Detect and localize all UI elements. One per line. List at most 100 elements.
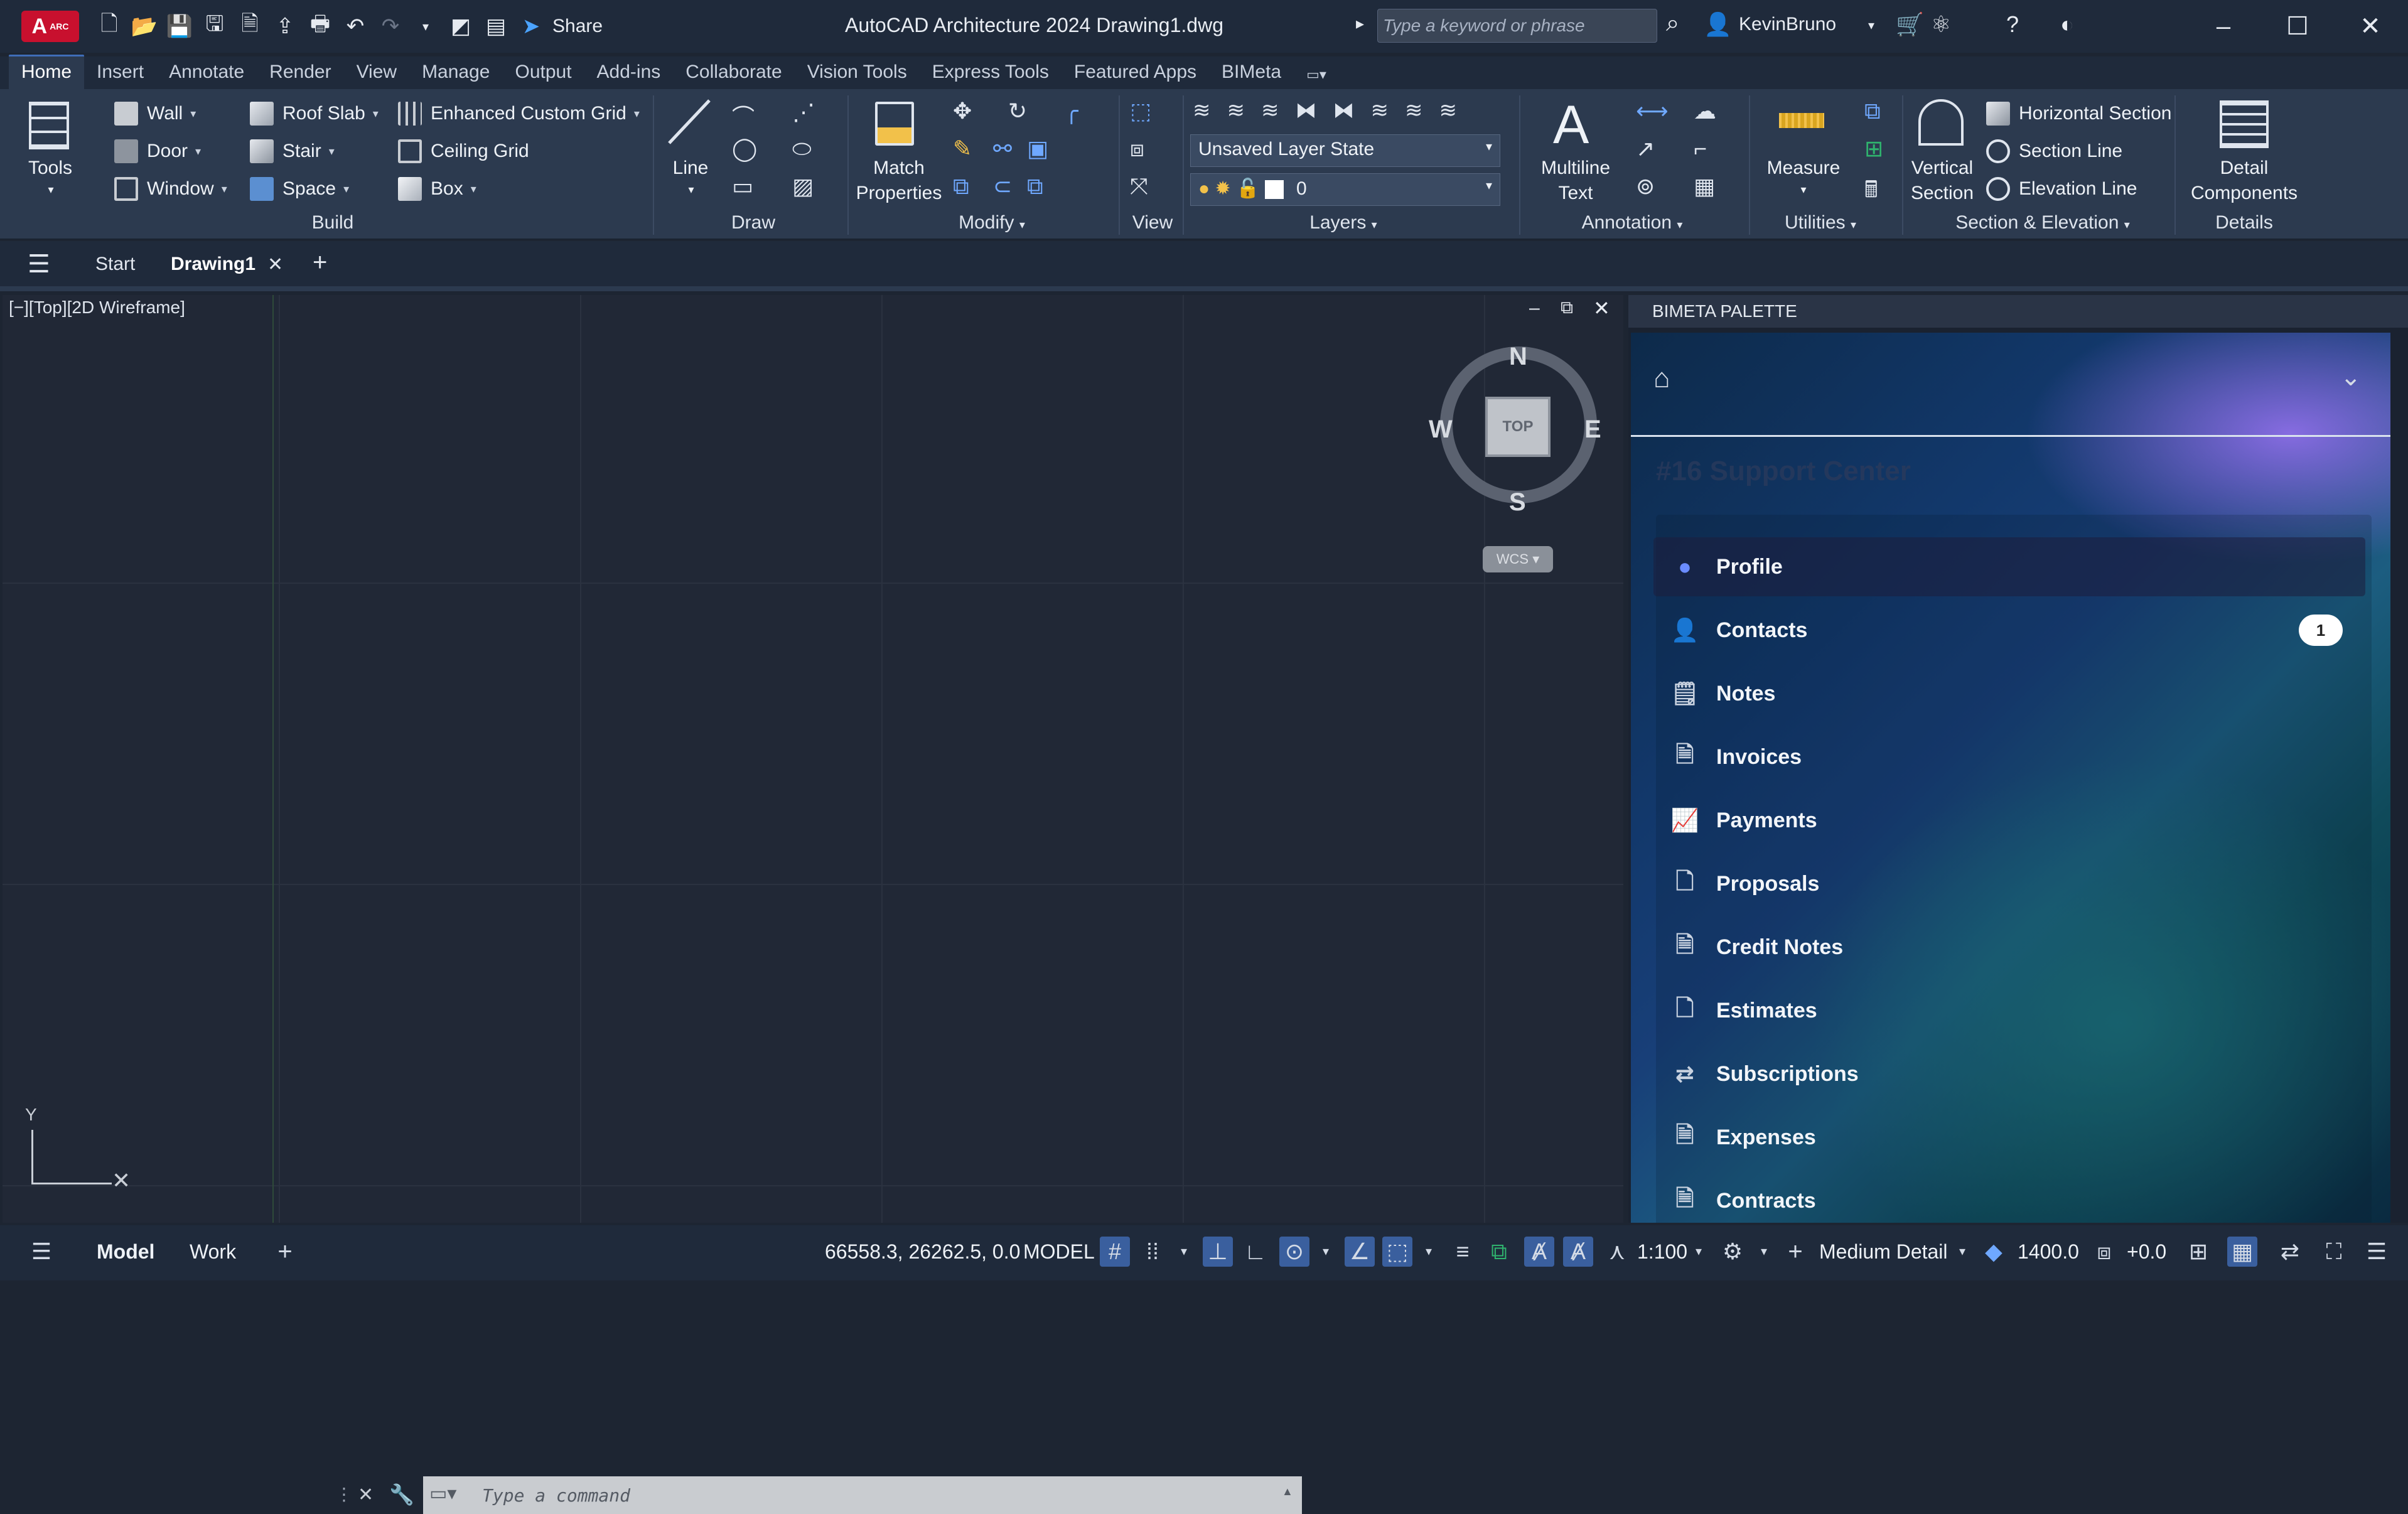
elevation-label-icon[interactable]: ⌐ [1694, 136, 1707, 162]
tools-icon[interactable] [29, 102, 69, 149]
viewport-minimize-icon[interactable]: – [1529, 298, 1540, 319]
detail-components-icon[interactable] [2220, 100, 2269, 148]
menu-item-notes[interactable]: 🗒 Notes [1653, 664, 2365, 723]
detail-components-line1[interactable]: Detail [2185, 156, 2304, 181]
menu-item-contacts[interactable]: 👤 Contacts 1 [1653, 601, 2365, 660]
wcs-menu[interactable]: WCS ▾ [1483, 546, 1553, 572]
tab-home[interactable]: Home [9, 55, 85, 89]
close-tab-icon[interactable]: ✕ [267, 254, 283, 276]
measure-icon[interactable] [1779, 113, 1824, 128]
annotation-panel-title[interactable]: Annotation ▾ [1563, 212, 1701, 234]
menu-item-proposals[interactable]: 🗋 Proposals [1653, 854, 2365, 913]
isolate-objects-icon[interactable]: ⊞ [2183, 1237, 2213, 1267]
menu-item-credit-notes[interactable]: 🗎 Credit Notes [1653, 918, 2365, 977]
table-icon[interactable]: ▦ [1694, 173, 1715, 200]
annotation-scale-icon[interactable]: ⋏ [1602, 1237, 1632, 1267]
array-icon[interactable]: ▣ [1027, 136, 1048, 162]
menu-item-contracts[interactable]: 🗎 Contracts [1653, 1171, 2365, 1223]
user-dropdown-icon[interactable]: ▾ [1868, 18, 1874, 33]
plot-icon[interactable]: 🖶 [306, 12, 334, 40]
detail-dropdown-icon[interactable]: ▾ [1947, 1237, 1977, 1267]
add-display-icon[interactable]: + [1780, 1237, 1810, 1267]
surface-hatch-icon[interactable]: ⧈ [2089, 1237, 2119, 1267]
maximize-icon[interactable]: ☐ [2279, 9, 2316, 44]
open-file-icon[interactable]: 📂 [131, 13, 158, 40]
viewport-controls[interactable]: [−][Top][2D Wireframe] [9, 298, 185, 318]
add-layout-icon[interactable]: + [270, 1237, 300, 1267]
compass-west[interactable]: W [1429, 416, 1453, 444]
rotate-icon[interactable]: ↻ [1008, 98, 1027, 124]
workspace-dropdown-icon[interactable]: ▾ [1749, 1237, 1779, 1267]
tab-express-tools[interactable]: Express Tools [920, 56, 1062, 89]
drawing-canvas[interactable]: [−][Top][2D Wireframe] – ⧉ ✕ TOP N S W E… [3, 295, 1623, 1514]
tab-manage[interactable]: Manage [409, 56, 502, 89]
object-snap-icon[interactable]: ⬚ [1382, 1237, 1412, 1267]
elevation-line-button[interactable]: Elevation Line [1986, 177, 2137, 201]
line-dropdown-icon[interactable]: ▾ [682, 177, 701, 202]
menu-item-payments[interactable]: 📈 Payments [1653, 791, 2365, 850]
viewport-restore-icon[interactable]: ⧉ [1561, 298, 1573, 318]
new-tab-icon[interactable]: + [313, 249, 327, 277]
vertical-section-line2[interactable]: Section [1905, 181, 1980, 206]
circle-icon[interactable]: ◯ [732, 136, 757, 162]
section-line-button[interactable]: Section Line [1986, 139, 2122, 163]
hardware-acceleration-icon[interactable]: ▦ [2227, 1237, 2257, 1267]
tab-bimeta[interactable]: BIMeta [1209, 56, 1294, 89]
grid-icon[interactable]: # [1100, 1237, 1130, 1267]
new-file-icon[interactable]: 🗋 [95, 12, 123, 40]
auto-scale-icon[interactable]: Ⱥ [1563, 1237, 1593, 1267]
tag-icon[interactable]: ⊚ [1636, 173, 1655, 200]
transparency-icon[interactable]: ⧉ [1484, 1237, 1514, 1267]
markup-icon[interactable]: ◩ [447, 13, 475, 40]
menu-item-subscriptions[interactable]: ⇄ Subscriptions [1653, 1044, 2365, 1103]
trim-icon[interactable]: ╭ [1065, 98, 1078, 124]
menu-item-profile[interactable]: ● Profile [1653, 537, 2365, 596]
tab-output[interactable]: Output [502, 56, 584, 89]
elevation-value[interactable]: 1400.0 [2018, 1240, 2079, 1264]
utilities-panel-title[interactable]: Utilities ▾ [1758, 212, 1883, 234]
tab-render[interactable]: Render [257, 56, 343, 89]
horizontal-section-button[interactable]: Horizontal Section [1986, 102, 2171, 126]
multiline-text-line2[interactable]: Text [1529, 181, 1622, 206]
clean-screen-icon[interactable]: ⇄ [2275, 1237, 2305, 1267]
rectangle-icon[interactable]: ▭ [732, 173, 753, 200]
tab-collaborate[interactable]: Collaborate [673, 56, 794, 89]
compass-north[interactable]: N [1509, 343, 1527, 371]
autodesk-app-icon[interactable]: ⚛ [1931, 11, 1951, 38]
hatch-icon[interactable]: ▨ [792, 173, 814, 200]
dynamic-ucs-icon[interactable]: ⊥ [1203, 1237, 1233, 1267]
door-button[interactable]: Door ▾ [114, 139, 201, 163]
command-prompt-icon[interactable]: ▭▾ [429, 1483, 456, 1505]
feedback-icon[interactable]: ◐ [2060, 11, 2074, 38]
app-menu-button[interactable]: A ARC [21, 11, 79, 42]
revision-cloud-icon[interactable]: ☁ [1694, 98, 1716, 124]
layers-panel-title[interactable]: Layers ▾ [1281, 212, 1406, 234]
copy-icon[interactable]: ✎ [953, 136, 972, 162]
ceiling-grid-button[interactable]: Ceiling Grid [398, 139, 529, 163]
tab-work[interactable]: Work [190, 1240, 236, 1264]
multiline-text-icon[interactable]: A [1553, 94, 1589, 156]
tab-add-ins[interactable]: Add-ins [584, 56, 674, 89]
tab-vision-tools[interactable]: Vision Tools [795, 56, 920, 89]
tab-model[interactable]: Model [97, 1240, 154, 1264]
mirror-icon[interactable]: ⚯ [993, 136, 1012, 162]
workspace-icon[interactable]: ▤ [482, 13, 510, 40]
move-icon[interactable]: ✥ [953, 98, 972, 124]
tab-drawing1[interactable]: Drawing1 [171, 254, 255, 275]
compass-south[interactable]: S [1509, 488, 1526, 517]
view-cube-icon[interactable]: ⬚ [1130, 98, 1151, 124]
fullscreen-icon[interactable]: ⛶ [2319, 1237, 2349, 1267]
vertical-section-icon[interactable] [1918, 99, 1964, 146]
hamburger-menu-icon[interactable]: ☰ [28, 250, 50, 279]
match-properties-line1[interactable]: Match [847, 156, 950, 181]
offset-value[interactable]: +0.0 [2127, 1240, 2166, 1264]
enhanced-custom-grid-button[interactable]: Enhanced Custom Grid ▾ [398, 102, 640, 126]
box-button[interactable]: Box ▾ [398, 177, 476, 201]
help-icon[interactable]: ? [2006, 11, 2019, 38]
layer-select[interactable]: ● ✹ 🔓 0 ▾ [1190, 173, 1500, 206]
calculator-icon[interactable]: 🖩 [1864, 173, 1878, 212]
home-icon[interactable]: ⌂ [1653, 363, 1670, 394]
wall-button[interactable]: Wall ▾ [114, 102, 196, 126]
command-close-icon[interactable]: ✕ [358, 1484, 374, 1506]
visual-style-icon[interactable]: ⧈ [1130, 136, 1144, 163]
